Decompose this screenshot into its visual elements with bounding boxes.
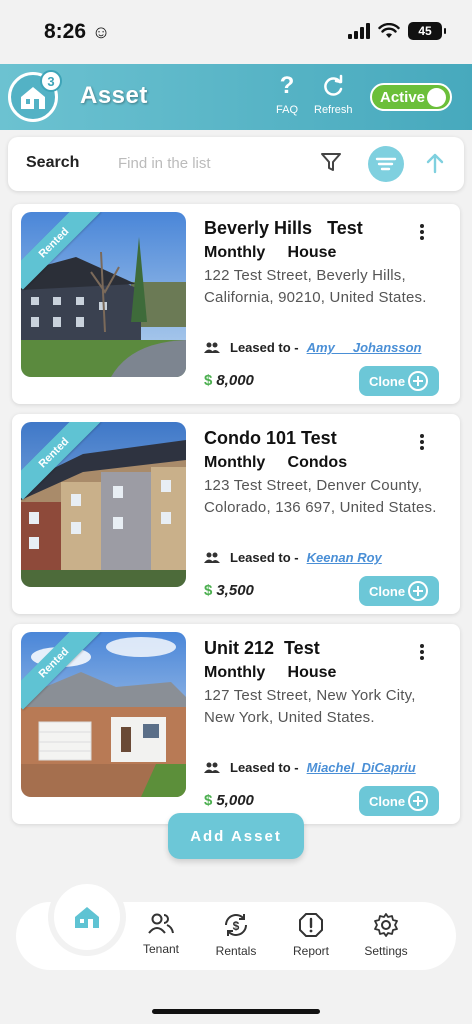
asset-title: Condo 101 Test <box>204 428 337 448</box>
clone-button[interactable]: Clone <box>359 786 439 816</box>
asset-price: $8,000 <box>204 372 254 389</box>
status-icons: 45 <box>348 22 446 40</box>
asset-address: 122 Test Street, Beverly Hills, Californ… <box>204 267 427 306</box>
asset-title: Unit 212 Test <box>204 638 320 658</box>
nav-item-report[interactable]: Report <box>276 912 346 958</box>
tenant-link[interactable]: Keenan Roy <box>307 550 382 565</box>
filter-icon[interactable] <box>320 151 342 173</box>
search-label: Search <box>26 154 80 171</box>
nav-item-rentals[interactable]: $ Rentals <box>201 912 271 958</box>
search-input[interactable] <box>118 149 298 177</box>
plus-circle-icon <box>408 371 429 391</box>
nav-item-tenant[interactable]: Tenant <box>126 912 196 956</box>
property-photo: Rented <box>21 212 186 377</box>
asset-card[interactable]: Rented Beverly Hills Test Monthly House … <box>12 204 460 404</box>
search-bar: Search <box>8 137 464 191</box>
battery-icon: 45 <box>408 22 446 40</box>
clone-button[interactable]: Clone <box>359 366 439 396</box>
notification-badge: 3 <box>40 70 62 92</box>
app-header: 3 Asset ? FAQ Refresh Active <box>0 64 472 130</box>
sort-lines-icon <box>375 157 397 171</box>
settings-icon <box>374 913 398 937</box>
tenant-icon <box>148 913 174 934</box>
rentals-icon: $ <box>225 914 247 936</box>
signal-icon <box>348 23 370 39</box>
asset-price: $5,000 <box>204 792 254 809</box>
asset-address: 123 Test Street, Denver County, Colorado… <box>204 477 437 516</box>
tenant-link[interactable]: Miachel DiCapriu <box>307 760 416 775</box>
wifi-icon <box>378 23 400 38</box>
active-toggle[interactable]: Active <box>370 83 452 111</box>
leased-row: Leased to - Amy Johansson <box>204 340 422 355</box>
leased-row: Leased to - Miachel DiCapriu <box>204 760 416 775</box>
asset-card[interactable]: Rented Unit 212 Test Monthly House 127 T… <box>12 624 460 824</box>
svg-text:$: $ <box>233 919 240 933</box>
page-title: Asset <box>80 82 148 109</box>
house-icon <box>75 907 99 928</box>
plus-circle-icon <box>408 581 429 601</box>
people-icon <box>204 762 220 773</box>
property-photo: Rented <box>21 632 186 797</box>
asset-price: $3,500 <box>204 582 254 599</box>
asset-title: Beverly Hills Test <box>204 218 363 238</box>
nav-item-assets[interactable] <box>48 878 126 956</box>
tenant-link[interactable]: Amy Johansson <box>307 340 422 355</box>
property-photo: Rented <box>21 422 186 587</box>
refresh-icon <box>324 74 343 96</box>
more-options-icon[interactable] <box>416 434 428 450</box>
report-icon <box>299 913 323 937</box>
plus-circle-icon <box>408 791 429 811</box>
home-indicator <box>152 1009 320 1014</box>
toggle-knob <box>427 88 446 107</box>
asset-subtitle: Monthly Condos <box>204 454 348 471</box>
question-icon: ? <box>279 72 295 99</box>
add-asset-button[interactable]: Add Asset <box>168 813 304 859</box>
more-options-icon[interactable] <box>416 224 428 240</box>
asset-card[interactable]: Rented Condo 101 Test Monthly Condos 123… <box>12 414 460 614</box>
more-options-icon[interactable] <box>416 644 428 660</box>
asset-address: 127 Test Street, New York City, New York… <box>204 687 416 726</box>
nav-item-settings[interactable]: Settings <box>351 912 421 958</box>
people-icon <box>204 552 220 563</box>
sort-ascending-icon[interactable] <box>424 151 446 175</box>
clone-button[interactable]: Clone <box>359 576 439 606</box>
asset-subtitle: Monthly House <box>204 664 337 681</box>
asset-subtitle: Monthly House <box>204 244 337 261</box>
status-bar: 8:26 ☺ 45 <box>0 0 472 64</box>
people-icon <box>204 342 220 353</box>
sort-button[interactable] <box>368 146 404 182</box>
status-time: 8:26 ☺ <box>44 20 111 43</box>
faq-button[interactable]: ? FAQ <box>276 72 298 116</box>
refresh-button[interactable]: Refresh <box>314 72 353 116</box>
leased-row: Leased to - Keenan Roy <box>204 550 382 565</box>
